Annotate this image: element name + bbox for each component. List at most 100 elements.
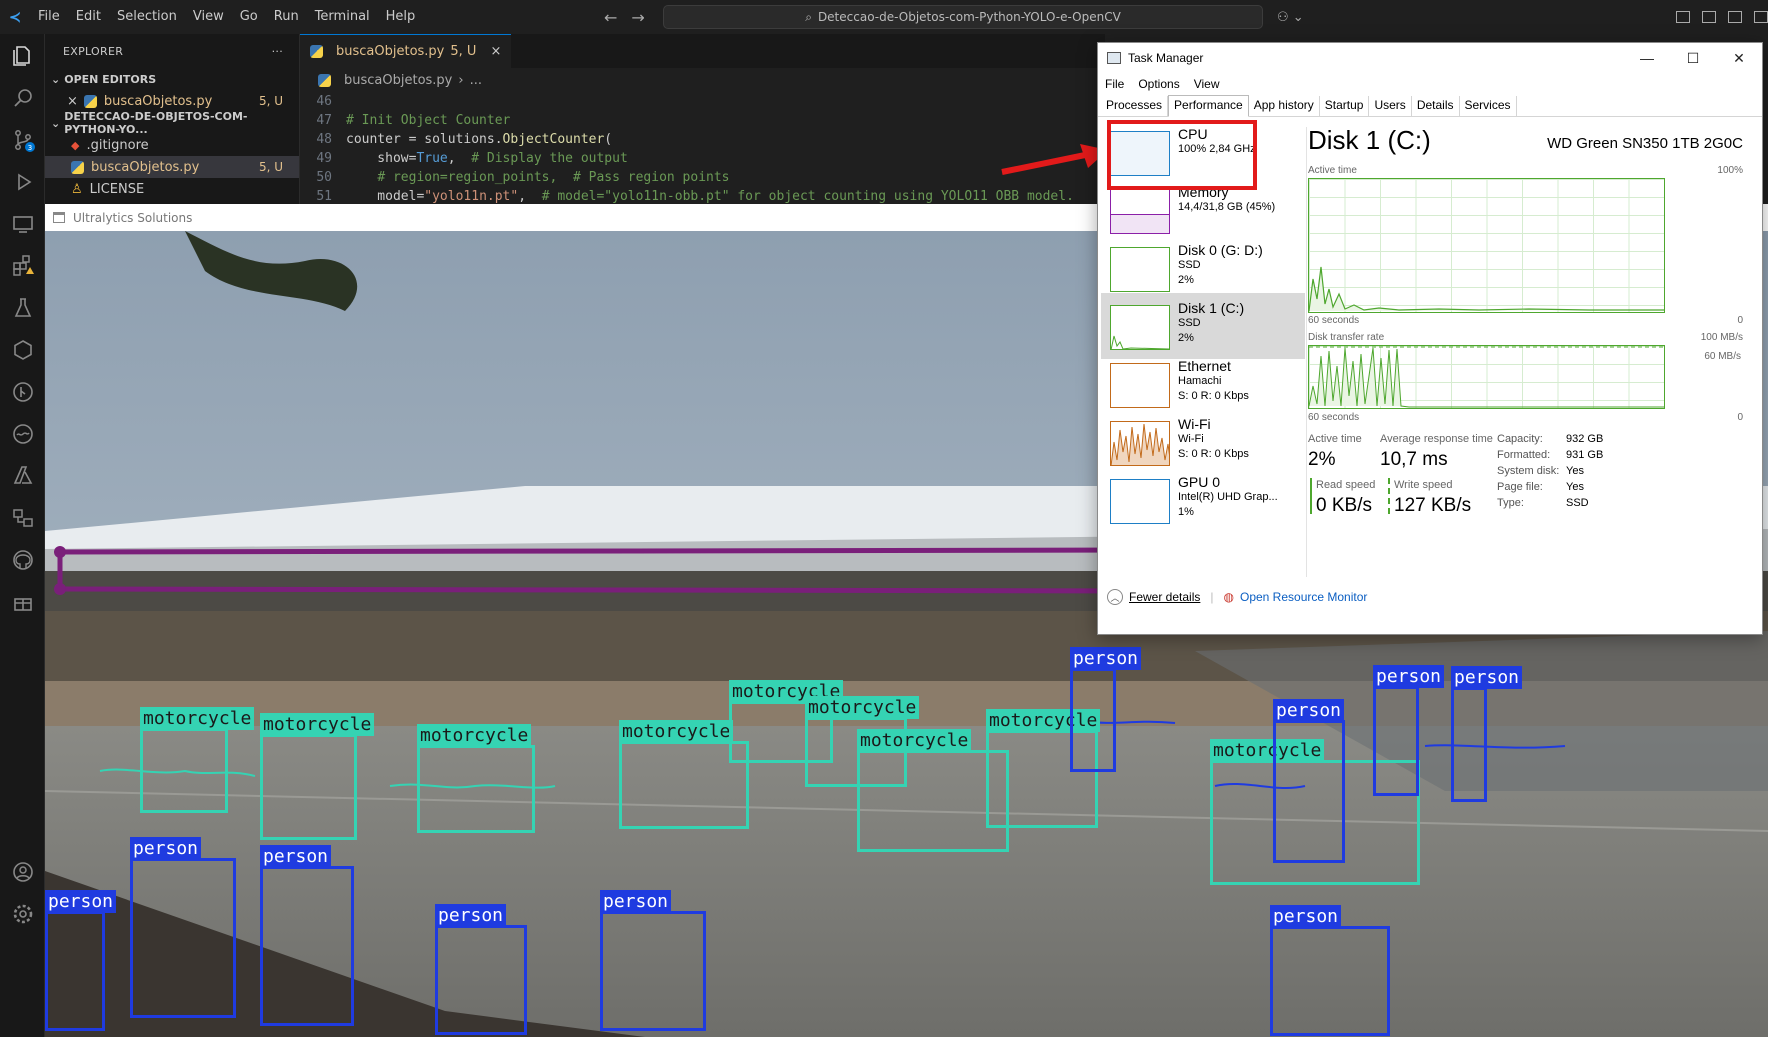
close-icon[interactable]: × xyxy=(490,44,501,59)
resource-wifi[interactable]: Wi-Fi Wi-Fi S: 0 R: 0 Kbps xyxy=(1101,409,1305,475)
file-item-gitignore[interactable]: ◆ .gitignore xyxy=(45,134,299,156)
file-item-buscaobjetos[interactable]: buscaObjetos.py 5, U xyxy=(45,156,299,178)
explorer-more-icon[interactable]: ··· xyxy=(272,45,283,58)
tab-processes[interactable]: Processes xyxy=(1101,96,1169,116)
ethernet-thumbnail xyxy=(1110,363,1170,408)
breadcrumb-symbol[interactable]: ... xyxy=(470,73,482,88)
azure-icon[interactable] xyxy=(0,454,45,498)
vscode-logo-icon: ≺ xyxy=(8,8,22,26)
line-number: 48 xyxy=(316,132,332,147)
window-icon xyxy=(53,212,65,223)
menu-bar: File Edit Selection View Go Run Terminal… xyxy=(30,0,423,34)
toggle-panel-icon[interactable] xyxy=(1702,11,1716,23)
customize-layout-icon[interactable] xyxy=(1754,11,1768,23)
database-icon[interactable] xyxy=(0,496,45,540)
breadcrumb-file[interactable]: buscaObjetos.py xyxy=(344,73,452,88)
activity-bar: 3 xyxy=(0,34,45,1037)
source-control-icon[interactable]: 3 xyxy=(0,118,45,162)
editor-tab-buscaobjetos[interactable]: buscaObjetos.py 5, U × xyxy=(300,34,512,68)
code-lines[interactable]: 46 47 # Init Object Counter 48 counter = sol… xyxy=(300,92,1105,206)
back-arrow-icon[interactable]: ← xyxy=(604,8,617,27)
open-editors-section[interactable]: ⌄ OPEN EDITORS xyxy=(45,68,299,90)
resource-disk0[interactable]: Disk 0 (G: D:) SSD 2% xyxy=(1101,235,1305,301)
chevron-right-icon: › xyxy=(458,72,464,88)
nav-arrows: ← → xyxy=(604,0,645,34)
tm-menu-options[interactable]: Options xyxy=(1138,77,1179,91)
code-line[interactable]: 50 # region=region_points, # Pass region… xyxy=(300,168,1105,187)
resource-gpu[interactable]: GPU 0 Intel(R) UHD Grap... 1% xyxy=(1101,467,1305,533)
active-time-zero: 0 xyxy=(1737,315,1743,326)
menu-view[interactable]: View xyxy=(185,0,232,34)
forward-arrow-icon[interactable]: → xyxy=(631,8,644,27)
resource-disk1[interactable]: Disk 1 (C:) SSD 2% xyxy=(1101,293,1305,359)
git-graph-icon[interactable] xyxy=(0,370,45,414)
tab-services[interactable]: Services xyxy=(1460,96,1517,116)
menu-terminal[interactable]: Terminal xyxy=(307,0,378,34)
menu-run[interactable]: Run xyxy=(266,0,307,34)
tm-menu-file[interactable]: File xyxy=(1105,77,1124,91)
minimize-icon[interactable]: — xyxy=(1624,43,1670,73)
project-section[interactable]: ⌄ DETECCAO-DE-OBJETOS-COM-PYTHON-YO... xyxy=(45,110,299,136)
tab-performance[interactable]: Performance xyxy=(1168,95,1249,117)
resource-sub: SSD xyxy=(1178,317,1201,329)
line-text: counter = solutions.ObjectCounter( xyxy=(346,132,613,147)
search-activity-icon[interactable] xyxy=(0,76,45,120)
stat-read-speed-value: 0 KB/s xyxy=(1316,495,1372,516)
open-editor-item[interactable]: × buscaObjetos.py 5, U xyxy=(45,90,299,112)
python-file-icon xyxy=(83,94,97,108)
close-icon[interactable]: ✕ xyxy=(1716,43,1762,73)
resource-sub2: 2% xyxy=(1178,332,1194,344)
task-manager-menu: File Options View xyxy=(1098,73,1762,95)
menu-file[interactable]: File xyxy=(30,0,68,34)
resource-sub: Intel(R) UHD Grap... xyxy=(1178,491,1278,503)
run-debug-icon[interactable] xyxy=(0,160,45,204)
toggle-sidebar-icon[interactable] xyxy=(1676,11,1690,23)
fewer-details-link[interactable]: Fewer details xyxy=(1129,590,1200,604)
close-icon[interactable]: × xyxy=(67,94,78,109)
prop-system-disk-value: Yes xyxy=(1566,465,1584,477)
chevron-up-icon[interactable]: ︿ xyxy=(1107,589,1123,605)
line-text: # region=region_points, # Pass region po… xyxy=(377,170,730,185)
remote-explorer-icon[interactable] xyxy=(0,202,45,246)
explorer-header: EXPLORER ··· xyxy=(45,34,299,68)
copilot-icon[interactable]: ⚇ ⌄ xyxy=(1277,0,1304,34)
testing-icon[interactable] xyxy=(0,286,45,330)
containers-icon[interactable] xyxy=(0,328,45,372)
tab-users[interactable]: Users xyxy=(1369,96,1412,116)
code-line[interactable]: 49 show=True, # Display the output xyxy=(300,149,1105,168)
tab-app-history[interactable]: App history xyxy=(1249,96,1320,116)
tab-details[interactable]: Details xyxy=(1412,96,1460,116)
disk-detail-panel: Disk 1 (C:) WD Green SN350 1TB 2G0C Acti… xyxy=(1308,119,1763,579)
gift-icon[interactable] xyxy=(0,580,45,624)
toggle-secondary-sidebar-icon[interactable] xyxy=(1728,11,1742,23)
open-resource-monitor-link[interactable]: Open Resource Monitor xyxy=(1240,590,1367,604)
command-center[interactable]: ⌕ Deteccao-de-Objetos-com-Python-YOLO-e-… xyxy=(663,5,1263,29)
resource-ethernet[interactable]: Ethernet Hamachi S: 0 R: 0 Kbps xyxy=(1101,351,1305,417)
extensions-icon[interactable] xyxy=(0,244,45,288)
transfer-graph-label: Disk transfer rate xyxy=(1308,332,1385,343)
menu-go[interactable]: Go xyxy=(232,0,266,34)
code-line[interactable]: 46 xyxy=(300,92,1105,111)
resource-sub: 14,4/31,8 GB (45%) xyxy=(1178,201,1276,213)
explorer-icon[interactable] xyxy=(0,34,45,78)
menu-selection[interactable]: Selection xyxy=(109,0,185,34)
code-line[interactable]: 48 counter = solutions.ObjectCounter( xyxy=(300,130,1105,149)
code-line[interactable]: 47 # Init Object Counter xyxy=(300,111,1105,130)
person-detection-box: person xyxy=(1273,699,1345,863)
detection-label: person xyxy=(1273,699,1345,722)
red-highlight-box xyxy=(1107,120,1257,190)
license-file-icon: ♙ xyxy=(71,181,83,197)
github-icon[interactable] xyxy=(0,538,45,582)
maximize-icon[interactable]: ☐ xyxy=(1670,43,1716,73)
tm-menu-view[interactable]: View xyxy=(1194,77,1220,91)
tab-startup[interactable]: Startup xyxy=(1320,96,1370,116)
timeline-icon[interactable] xyxy=(0,412,45,456)
resource-sub: Wi-Fi xyxy=(1178,433,1204,445)
menu-help[interactable]: Help xyxy=(378,0,424,34)
tab-name: buscaObjetos.py xyxy=(336,44,445,59)
stat-write-speed-value: 127 KB/s xyxy=(1394,495,1472,516)
menu-edit[interactable]: Edit xyxy=(68,0,109,34)
file-item-license[interactable]: ♙ LICENSE xyxy=(45,178,299,200)
settings-gear-icon[interactable] xyxy=(0,892,45,936)
account-icon[interactable] xyxy=(0,850,45,894)
